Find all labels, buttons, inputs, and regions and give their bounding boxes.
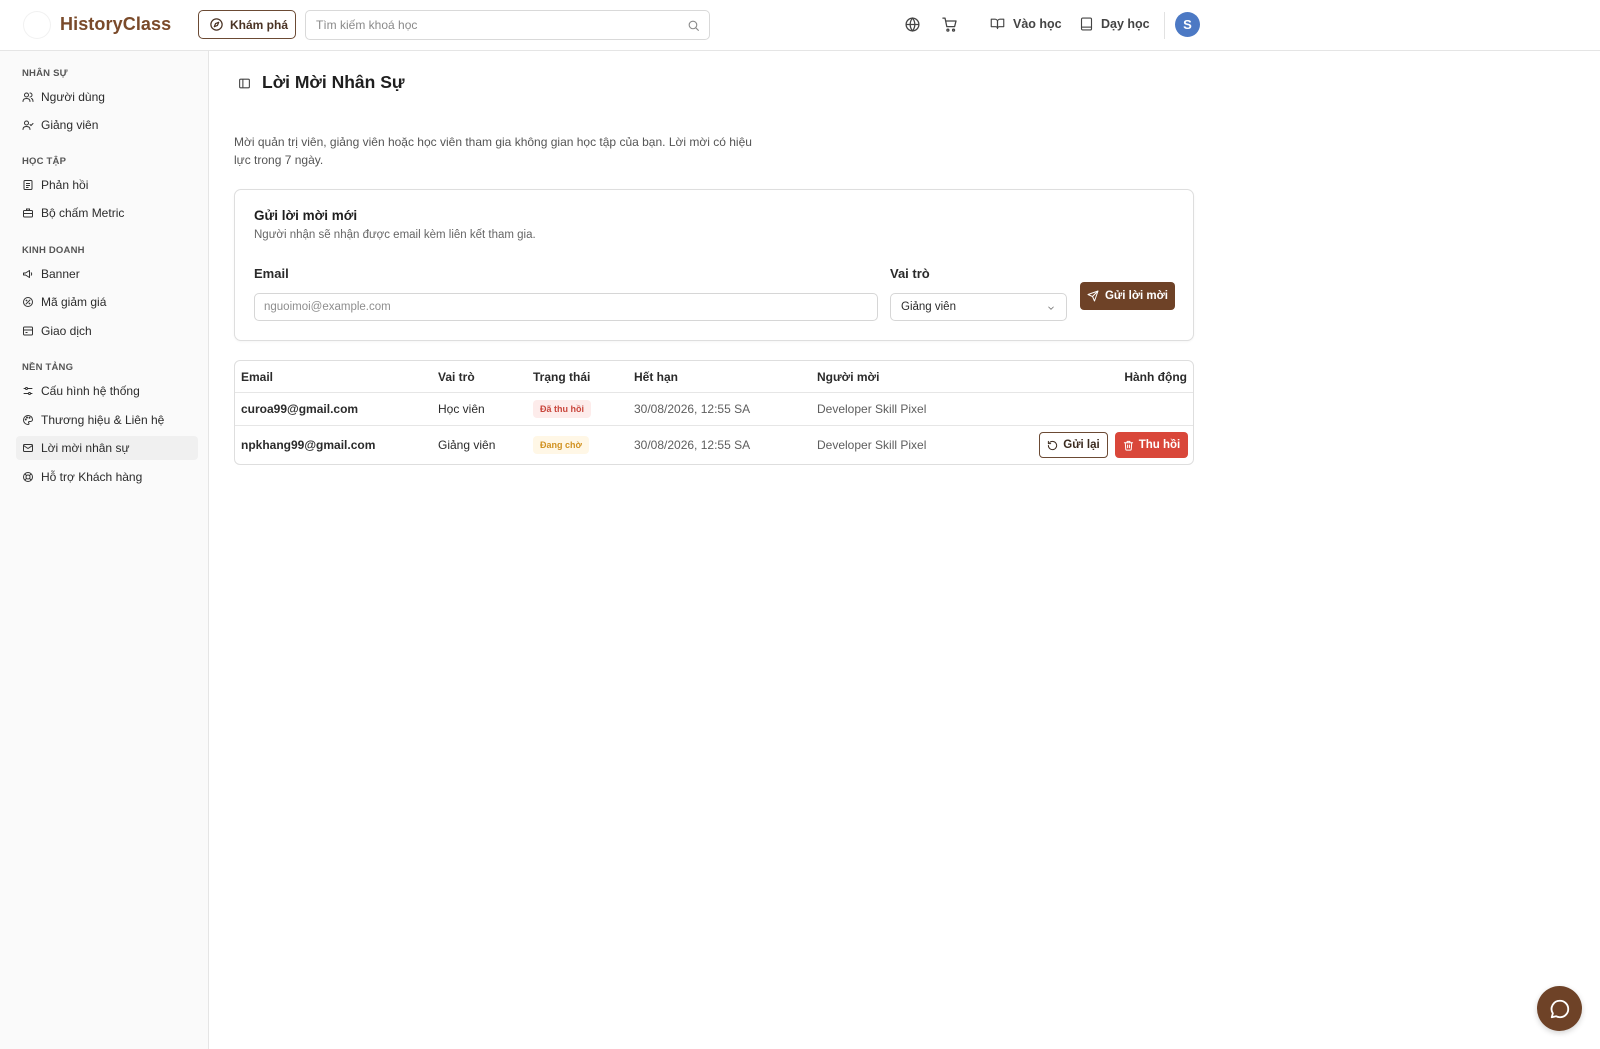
send-icon <box>1087 290 1099 302</box>
column-header-inviter: Người mời <box>817 370 880 384</box>
sidebar-section-title: KINH DOANH <box>22 245 85 256</box>
megaphone-icon <box>22 268 34 280</box>
coupon-icon <box>22 296 34 308</box>
palette-icon <box>22 414 34 426</box>
form-title: Gửi lời mời mới <box>254 208 358 223</box>
revoke-button[interactable]: Thu hồi <box>1115 432 1188 458</box>
sidebar-item-users[interactable]: Người dùng <box>16 85 198 109</box>
sidebar-section-title: NỀN TẢNG <box>22 362 74 373</box>
role-select[interactable]: Giảng viên <box>890 293 1067 321</box>
invite-email: npkhang99@gmail.com <box>241 438 376 452</box>
invite-inviter: Developer Skill Pixel <box>817 402 927 416</box>
sidebar-section-title: HỌC TẬP <box>22 156 67 167</box>
sidebar-section-title: NHÂN SỰ <box>22 68 68 79</box>
sidebar-item-branding[interactable]: Thương hiệu & Liên hệ <box>16 408 198 432</box>
sidebar-item-label: Mã giảm giá <box>41 295 107 309</box>
sidebar-item-coupons[interactable]: Mã giảm giá <box>16 290 198 314</box>
sidebar-item-system-config[interactable]: Cấu hình hệ thống <box>16 379 198 403</box>
users-icon <box>22 91 34 103</box>
send-invite-button[interactable]: Gửi lời mời <box>1080 282 1175 310</box>
sidebar-item-label: Giao dịch <box>41 324 92 338</box>
chat-bubble-icon <box>1549 998 1571 1020</box>
open-book-icon <box>989 16 1006 31</box>
sidebar-item-customer-support[interactable]: Hỗ trợ Khách hàng <box>16 465 198 489</box>
column-header-role: Vai trò <box>438 370 475 384</box>
logo-icon[interactable] <box>24 12 50 38</box>
invite-form-card: Gửi lời mời mới Người nhận sẽ nhận được … <box>234 189 1194 341</box>
invite-inviter: Developer Skill Pixel <box>817 438 927 452</box>
sidebar-item-staff-invites[interactable]: Lời mời nhân sự <box>16 436 198 460</box>
table-row: npkhang99@gmail.com Giảng viên Đang chờ … <box>235 425 1193 464</box>
lifebuoy-icon <box>22 471 34 483</box>
table-row: curoa99@gmail.com Học viên Đã thu hồi 30… <box>235 392 1193 425</box>
chat-button[interactable] <box>1537 986 1582 1031</box>
email-label: Email <box>254 266 289 281</box>
invite-role: Giảng viên <box>438 438 496 452</box>
chevron-down-icon <box>1046 304 1056 312</box>
trash-icon <box>1123 440 1134 451</box>
resend-label: Gửi lại <box>1063 439 1100 451</box>
email-field[interactable] <box>254 293 878 321</box>
resend-button[interactable]: Gửi lại <box>1039 432 1108 458</box>
search-box[interactable] <box>305 10 710 40</box>
learn-label: Vào học <box>1013 16 1062 31</box>
invite-email: curoa99@gmail.com <box>241 402 359 416</box>
form-subtitle: Người nhận sẽ nhận được email kèm liên k… <box>254 229 536 241</box>
send-invite-label: Gửi lời mời <box>1104 290 1169 302</box>
column-header-actions: Hành động <box>1124 370 1187 384</box>
sidebar-item-label: Banner <box>41 267 80 281</box>
transactions-icon <box>22 325 34 337</box>
status-badge: Đang chờ <box>533 436 589 454</box>
role-label: Vai trò <box>890 266 930 281</box>
cart-icon[interactable] <box>941 16 959 33</box>
mail-icon <box>22 442 34 454</box>
column-header-expires: Hết hạn <box>634 370 679 384</box>
column-header-status: Trạng thái <box>533 370 591 384</box>
avatar[interactable]: S <box>1175 12 1200 37</box>
top-header: HistoryClass Khám phá Vào học Dạy học S <box>0 0 1600 51</box>
page-description: Mời quản trị viên, giảng viên hoặc học v… <box>234 135 752 167</box>
sidebar-toggle-icon[interactable] <box>238 77 251 90</box>
compass-icon <box>209 17 224 32</box>
explore-label: Khám phá <box>230 17 289 32</box>
status-badge: Đã thu hồi <box>533 400 591 418</box>
invites-table: Email Vai trò Trạng thái Hết hạn Người m… <box>234 360 1194 465</box>
sidebar-item-label: Phản hồi <box>41 178 89 192</box>
refresh-icon <box>1047 440 1058 451</box>
column-header-email: Email <box>241 370 274 384</box>
feedback-icon <box>22 179 34 191</box>
sliders-icon <box>22 385 34 397</box>
teach-link[interactable]: Dạy học <box>1079 16 1150 32</box>
sidebar-item-transactions[interactable]: Giao dịch <box>16 319 198 343</box>
book-icon <box>1079 16 1094 32</box>
learn-link[interactable]: Vào học <box>989 16 1062 31</box>
sidebar-item-metric-grader[interactable]: Bộ chấm Metric <box>16 201 198 225</box>
logo-text[interactable]: HistoryClass <box>60 14 171 35</box>
sidebar-item-instructors[interactable]: Giảng viên <box>16 113 198 137</box>
page-title: Lời Mời Nhân Sự <box>262 72 405 92</box>
search-input[interactable] <box>306 11 676 39</box>
header-divider <box>1164 12 1165 39</box>
sidebar-item-label: Lời mời nhân sự <box>41 441 130 455</box>
sidebar-item-label: Thương hiệu & Liên hệ <box>41 413 165 427</box>
sidebar-item-label: Giảng viên <box>41 118 99 132</box>
globe-icon[interactable] <box>904 16 921 33</box>
invite-role: Học viên <box>438 402 485 416</box>
sidebar-item-feedback[interactable]: Phản hồi <box>16 173 198 197</box>
sidebar-item-label: Hỗ trợ Khách hàng <box>41 470 143 484</box>
teach-label: Dạy học <box>1101 17 1150 31</box>
role-select-value: Giảng viên <box>901 301 956 313</box>
search-icon[interactable] <box>687 19 700 32</box>
invite-expires: 30/08/2026, 12:55 SA <box>634 402 751 416</box>
explore-button[interactable]: Khám phá <box>198 10 296 39</box>
sidebar: NHÂN SỰ Người dùng Giảng viên HỌC TẬP Ph… <box>0 51 209 1049</box>
sidebar-item-label: Người dùng <box>41 90 105 104</box>
sidebar-item-banner[interactable]: Banner <box>16 262 198 286</box>
revoke-label: Thu hồi <box>1138 439 1181 451</box>
sidebar-item-label: Bộ chấm Metric <box>41 206 125 220</box>
sidebar-item-label: Cấu hình hệ thống <box>41 384 140 398</box>
invite-expires: 30/08/2026, 12:55 SA <box>634 438 751 452</box>
briefcase-icon <box>22 207 34 219</box>
user-check-icon <box>22 119 34 131</box>
